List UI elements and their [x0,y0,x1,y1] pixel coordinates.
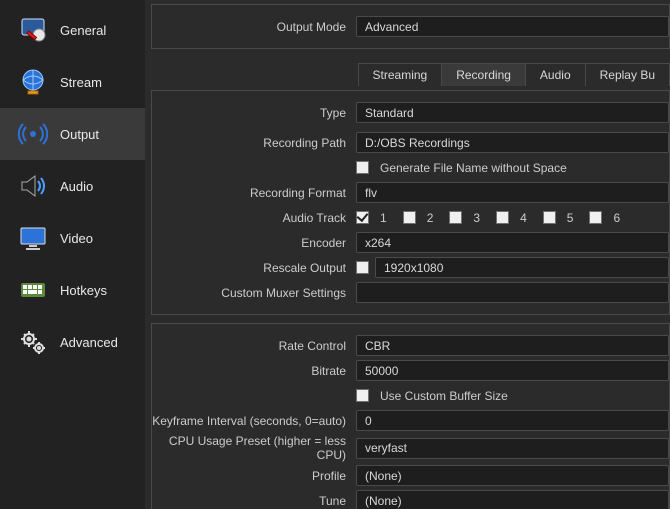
sidebar-item-label: Video [60,231,93,246]
custom-muxer-input[interactable] [356,282,669,303]
profile-select[interactable]: (None) [356,465,669,486]
broadcast-icon [18,119,48,149]
encoder-select[interactable]: x264 [356,232,669,253]
rescale-output-input[interactable]: 1920x1080 [375,257,669,278]
rescale-output-checkbox[interactable] [356,261,369,274]
encoder-settings-group: Rate Control CBR Bitrate 50000 Use Custo… [151,323,670,509]
bitrate-value: 50000 [365,364,398,378]
sidebar-item-audio[interactable]: Audio [0,160,145,212]
output-mode-group: Output Mode Advanced [151,4,670,49]
rescale-output-placeholder: 1920x1080 [384,261,443,275]
rescale-output-label: Rescale Output [152,261,356,275]
output-mode-value: Advanced [365,20,418,34]
sidebar-item-label: Advanced [60,335,118,350]
audio-track-5-checkbox[interactable] [543,211,556,224]
keyframe-interval-input[interactable]: 0 [356,410,669,431]
globe-icon [18,67,48,97]
audio-track-2-label: 2 [427,211,434,225]
profile-value: (None) [365,469,402,483]
sidebar-item-label: Output [60,127,99,142]
profile-label: Profile [152,469,356,483]
gears-icon [18,327,48,357]
gen-filename-nospace-label: Generate File Name without Space [380,161,567,175]
settings-main: Output Mode Advanced Streaming Recording… [145,0,670,509]
keyframe-interval-value: 0 [365,414,372,428]
cpu-preset-value: veryfast [365,441,407,455]
output-tabs: Streaming Recording Audio Replay Bu [145,59,670,86]
monitor-icon [18,223,48,253]
audio-track-3-checkbox[interactable] [449,211,462,224]
recording-format-value: flv [365,186,377,200]
rate-control-value: CBR [365,339,390,353]
sidebar-item-stream[interactable]: Stream [0,56,145,108]
audio-track-checkboxes: 1 2 3 4 5 6 [356,211,669,225]
sidebar-item-label: General [60,23,106,38]
sidebar-item-advanced[interactable]: Advanced [0,316,145,368]
sidebar-item-label: Hotkeys [60,283,107,298]
tune-value: (None) [365,494,402,508]
tune-label: Tune [152,494,356,508]
sidebar-item-label: Audio [60,179,93,194]
audio-track-3-label: 3 [473,211,480,225]
rate-control-label: Rate Control [152,339,356,353]
sidebar-item-video[interactable]: Video [0,212,145,264]
tab-streaming[interactable]: Streaming [358,63,443,86]
encoder-value: x264 [365,236,391,250]
recording-format-select[interactable]: flv [356,182,669,203]
recording-format-label: Recording Format [152,186,356,200]
tab-audio[interactable]: Audio [525,63,586,86]
encoder-label: Encoder [152,236,356,250]
tune-select[interactable]: (None) [356,490,669,509]
speaker-icon [18,171,48,201]
bitrate-input[interactable]: 50000 [356,360,669,381]
type-value: Standard [365,106,414,120]
custom-muxer-label: Custom Muxer Settings [152,286,356,300]
gen-filename-nospace-checkbox[interactable] [356,161,369,174]
output-mode-select[interactable]: Advanced [356,16,669,37]
audio-track-4-label: 4 [520,211,527,225]
bitrate-label: Bitrate [152,364,356,378]
recording-group: Type Standard Recording Path D:/OBS Reco… [151,90,670,315]
audio-track-label: Audio Track [152,211,356,225]
recording-path-value: D:/OBS Recordings [365,136,470,150]
tab-replay-buffer[interactable]: Replay Bu [585,63,670,86]
audio-track-4-checkbox[interactable] [496,211,509,224]
custom-buffer-label: Use Custom Buffer Size [380,389,508,403]
sidebar-item-output[interactable]: Output [0,108,145,160]
wrench-icon [18,15,48,45]
custom-buffer-checkbox[interactable] [356,389,369,402]
recording-path-label: Recording Path [152,136,356,150]
sidebar-item-general[interactable]: General [0,4,145,56]
recording-path-input[interactable]: D:/OBS Recordings [356,132,669,153]
output-mode-label: Output Mode [152,20,356,34]
audio-track-1-label: 1 [380,211,387,225]
sidebar-item-label: Stream [60,75,102,90]
sidebar-item-hotkeys[interactable]: Hotkeys [0,264,145,316]
audio-track-2-checkbox[interactable] [403,211,416,224]
cpu-preset-select[interactable]: veryfast [356,438,669,459]
audio-track-1-checkbox[interactable] [356,211,369,224]
audio-track-6-checkbox[interactable] [589,211,602,224]
cpu-preset-label: CPU Usage Preset (higher = less CPU) [152,434,356,462]
audio-track-5-label: 5 [567,211,574,225]
rate-control-select[interactable]: CBR [356,335,669,356]
settings-sidebar: General Stream Output Audio Video Hotkey… [0,0,145,509]
keyboard-icon [18,275,48,305]
audio-track-6-label: 6 [613,211,620,225]
type-label: Type [152,106,356,120]
tab-recording[interactable]: Recording [441,63,526,86]
type-select[interactable]: Standard [356,102,669,123]
keyframe-interval-label: Keyframe Interval (seconds, 0=auto) [152,414,356,428]
